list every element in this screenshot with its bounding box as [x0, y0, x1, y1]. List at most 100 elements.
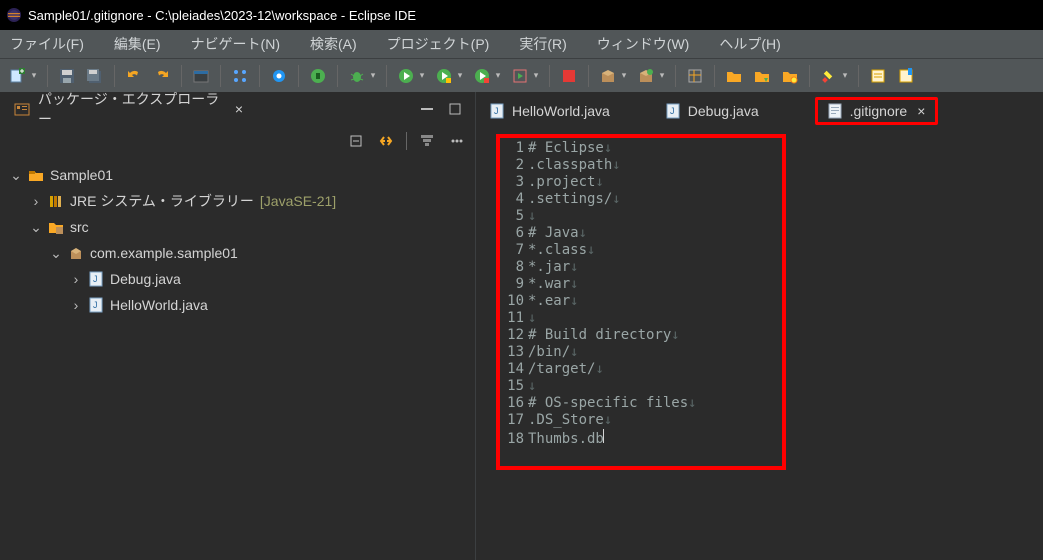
- text-file-icon: [828, 103, 842, 119]
- svg-text:J: J: [494, 106, 499, 116]
- dropdown-icon[interactable]: ▾: [494, 70, 502, 81]
- chevron-down-icon[interactable]: ⌄: [10, 167, 22, 184]
- library-icon: [48, 193, 64, 209]
- chevron-down-icon[interactable]: ⌄: [50, 245, 62, 262]
- chevron-right-icon[interactable]: ›: [30, 193, 42, 209]
- toggle-breakpoint-icon[interactable]: [228, 64, 252, 88]
- code-line: *.ear: [528, 293, 570, 309]
- code-line: # OS-specific files: [528, 395, 688, 411]
- file-label: Debug.java: [110, 271, 181, 287]
- dropdown-icon[interactable]: ▾: [418, 70, 426, 81]
- chevron-down-icon[interactable]: ⌄: [30, 219, 42, 236]
- project-label: Sample01: [50, 167, 113, 183]
- open-resource-icon[interactable]: [778, 64, 802, 88]
- dropdown-icon[interactable]: ▾: [456, 70, 464, 81]
- open-type-icon[interactable]: [189, 64, 213, 88]
- tab-label: .gitignore: [850, 103, 908, 119]
- dropdown-icon[interactable]: ▾: [369, 70, 377, 81]
- dropdown-icon[interactable]: ▾: [841, 70, 849, 81]
- new-java-class-icon[interactable]: [634, 64, 658, 88]
- save-icon[interactable]: [55, 64, 79, 88]
- tab-debug[interactable]: J Debug.java: [666, 97, 759, 125]
- minimize-icon[interactable]: [417, 102, 437, 116]
- menu-project[interactable]: プロジェクト(P): [387, 34, 490, 54]
- java-file-icon: J: [88, 271, 104, 287]
- dropdown-icon[interactable]: ▾: [658, 70, 666, 81]
- menu-search[interactable]: 検索(A): [310, 34, 357, 54]
- stop-icon[interactable]: [306, 64, 330, 88]
- run-last-icon[interactable]: [470, 64, 494, 88]
- bookmark-icon[interactable]: [894, 64, 918, 88]
- close-icon[interactable]: ×: [915, 103, 925, 119]
- run-icon[interactable]: [394, 64, 418, 88]
- tab-helloworld[interactable]: J HelloWorld.java: [490, 97, 610, 125]
- jre-label: JRE システム・ライブラリー: [70, 191, 254, 211]
- package-explorer: パッケージ・エクスプローラー × ⌄ Sample01 › JRE システム・ラ…: [0, 92, 476, 560]
- code-line: .DS_Store: [528, 412, 604, 428]
- build-icon[interactable]: [267, 64, 291, 88]
- package-explorer-icon: [14, 101, 30, 117]
- editor-content[interactable]: 1# Eclipse↓ 2.classpath↓ 3.project↓ 4.se…: [496, 134, 786, 470]
- code-line: /target/: [528, 361, 595, 377]
- code-line: *.war: [528, 276, 570, 292]
- titlebar: Sample01/.gitignore - C:\pleiades\2023-1…: [0, 0, 1043, 30]
- project-tree: ⌄ Sample01 › JRE システム・ライブラリー [JavaSE-21]…: [0, 156, 475, 560]
- collapse-all-icon[interactable]: [346, 131, 366, 151]
- tree-jre[interactable]: › JRE システム・ライブラリー [JavaSE-21]: [6, 188, 475, 214]
- undo-icon[interactable]: [122, 64, 146, 88]
- menu-file[interactable]: ファイル(F): [10, 34, 84, 54]
- editor-area: J HelloWorld.java J Debug.java .gitignor…: [476, 92, 1043, 560]
- edit-icon[interactable]: [817, 64, 841, 88]
- source-folder-icon: [48, 219, 64, 235]
- tab-gitignore[interactable]: .gitignore ×: [815, 97, 939, 125]
- tree-file[interactable]: › J Debug.java: [6, 266, 475, 292]
- coverage-icon[interactable]: [432, 64, 456, 88]
- view-menu-icon[interactable]: [447, 131, 467, 151]
- menu-help[interactable]: ヘルプ(H): [719, 34, 780, 54]
- menu-window[interactable]: ウィンドウ(W): [597, 34, 690, 54]
- debug-icon[interactable]: [345, 64, 369, 88]
- editor-tabs: J HelloWorld.java J Debug.java .gitignor…: [476, 92, 1043, 126]
- filter-icon[interactable]: [417, 131, 437, 151]
- package-icon: [68, 245, 84, 261]
- svg-text:J: J: [93, 300, 98, 310]
- chevron-right-icon[interactable]: ›: [70, 297, 82, 313]
- close-icon[interactable]: ×: [229, 99, 249, 119]
- redo-icon[interactable]: [150, 64, 174, 88]
- file-label: HelloWorld.java: [110, 297, 208, 313]
- task-icon[interactable]: [866, 64, 890, 88]
- window-title: Sample01/.gitignore - C:\pleiades\2023-1…: [28, 8, 416, 23]
- chevron-right-icon[interactable]: ›: [70, 271, 82, 287]
- dropdown-icon[interactable]: ▾: [620, 70, 628, 81]
- code-line: *.jar: [528, 259, 570, 275]
- terminate-icon[interactable]: [557, 64, 581, 88]
- menu-run[interactable]: 実行(R): [519, 34, 566, 54]
- tree-file[interactable]: › J HelloWorld.java: [6, 292, 475, 318]
- code-line: .project: [528, 174, 595, 190]
- code-line: /bin/: [528, 344, 570, 360]
- new-icon[interactable]: [6, 64, 30, 88]
- panel-title: パッケージ・エクスプローラー: [38, 89, 229, 129]
- menu-nav[interactable]: ナビゲート(N): [191, 34, 280, 54]
- java-file-icon: J: [88, 297, 104, 313]
- new-java-package-icon[interactable]: [596, 64, 620, 88]
- new-window-icon[interactable]: [683, 64, 707, 88]
- java-file-icon: J: [666, 103, 680, 119]
- link-editor-icon[interactable]: [376, 131, 396, 151]
- eclipse-logo-icon: [6, 7, 22, 23]
- tree-src[interactable]: ⌄ src: [6, 214, 475, 240]
- tree-project[interactable]: ⌄ Sample01: [6, 162, 475, 188]
- dropdown-icon[interactable]: ▾: [30, 70, 38, 81]
- external-tools-icon[interactable]: [508, 64, 532, 88]
- open-folder-icon[interactable]: [722, 64, 746, 88]
- open-project-icon[interactable]: [750, 64, 774, 88]
- svg-text:J: J: [93, 274, 98, 284]
- save-all-icon[interactable]: [83, 64, 107, 88]
- maximize-icon[interactable]: [445, 102, 465, 116]
- tree-package[interactable]: ⌄ com.example.sample01: [6, 240, 475, 266]
- dropdown-icon[interactable]: ▾: [532, 70, 540, 81]
- code-line: # Build directory: [528, 327, 671, 343]
- code-line: .classpath: [528, 157, 612, 173]
- package-label: com.example.sample01: [90, 245, 238, 261]
- menu-edit[interactable]: 編集(E): [114, 34, 161, 54]
